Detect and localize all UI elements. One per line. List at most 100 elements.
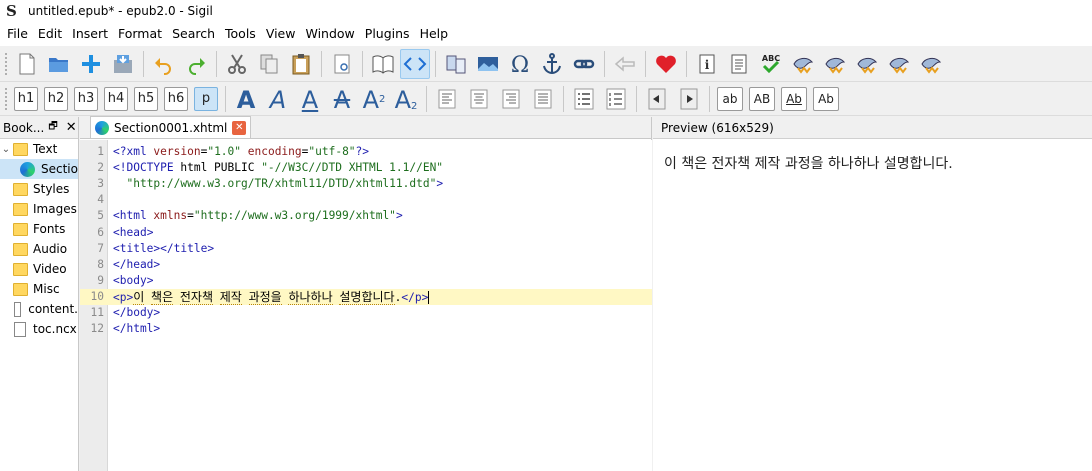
preview-content[interactable]: 이 책은 전자책 제작 과정을 하나하나 설명합니다.: [653, 139, 1092, 187]
tree-item-audio[interactable]: Audio: [0, 239, 78, 259]
code-line[interactable]: 2 <!DOCTYPE html PUBLIC "-//W3C//DTD XHTM…: [80, 160, 652, 176]
insert-image-icon[interactable]: [473, 49, 503, 79]
tree-item-label: Audio: [33, 242, 68, 256]
undo-icon[interactable]: [149, 49, 179, 79]
menu-plugins[interactable]: Plugins: [360, 22, 415, 46]
toolbar-grip[interactable]: [4, 86, 8, 111]
bullet-list-icon[interactable]: [569, 84, 599, 114]
paste-icon[interactable]: [286, 49, 316, 79]
tree-item-toc-ncx[interactable]: toc.ncx: [0, 319, 78, 339]
book-browser-panel: Book... 🗗 ✕ ⌄ Text Sectio Styles Images …: [0, 117, 79, 471]
strikethrough-icon[interactable]: A: [327, 84, 357, 114]
special-character-icon[interactable]: Ω: [505, 49, 535, 79]
metadata-info-icon[interactable]: i: [692, 49, 722, 79]
heading-2-button[interactable]: h2: [44, 86, 68, 111]
titlecase-button[interactable]: Ab: [781, 86, 807, 111]
code-line[interactable]: 12 </html>: [80, 321, 652, 337]
paragraph-button[interactable]: p: [194, 86, 218, 111]
redo-icon[interactable]: [181, 49, 211, 79]
anchor-icon[interactable]: [537, 49, 567, 79]
menu-edit[interactable]: Edit: [33, 22, 67, 46]
numbered-list-icon[interactable]: [601, 84, 631, 114]
code-line[interactable]: 7 <title></title>: [80, 241, 652, 257]
code-line[interactable]: 4: [80, 192, 652, 208]
heading-5-button[interactable]: h5: [134, 86, 158, 111]
align-left-icon[interactable]: [432, 84, 462, 114]
tree-item-text[interactable]: ⌄ Text: [0, 139, 78, 159]
back-arrow-icon[interactable]: [610, 49, 640, 79]
book-view-icon[interactable]: [368, 49, 398, 79]
plugin-2-icon[interactable]: [820, 49, 850, 79]
underline-icon[interactable]: A: [295, 84, 325, 114]
new-file-icon[interactable]: [12, 49, 42, 79]
heading-3-button[interactable]: h3: [74, 86, 98, 111]
menu-format[interactable]: Format: [113, 22, 167, 46]
code-line[interactable]: 10 <p>이 책은 전자책 제작 과정을 하나하나 설명합니다.</p>: [80, 288, 652, 305]
toolbar-grip[interactable]: [4, 51, 8, 76]
code-line[interactable]: 11 </body>: [80, 305, 652, 321]
heading-1-button[interactable]: h1: [14, 86, 38, 111]
code-view-icon[interactable]: [400, 48, 430, 79]
code-view[interactable]: 1 <?xml version="1.0" encoding="utf-8"?> 2…: [80, 140, 652, 471]
code-line[interactable]: 9 <body>: [80, 273, 652, 289]
code-text: "http://www.w3.org/TR/xhtml11/DTD/xhtml1…: [126, 177, 444, 191]
tree-item-styles[interactable]: Styles: [0, 179, 78, 199]
plugin-4-icon[interactable]: [884, 49, 914, 79]
spellcheck-icon[interactable]: ABC: [756, 49, 786, 79]
increase-indent-icon[interactable]: [674, 84, 704, 114]
heading-6-button[interactable]: h6: [164, 86, 188, 111]
tree-item-images[interactable]: Images: [0, 199, 78, 219]
code-line[interactable]: 6 <head>: [80, 225, 652, 241]
plugin-3-icon[interactable]: [852, 49, 882, 79]
close-tab-icon[interactable]: ✕: [232, 120, 247, 135]
tree-item-video[interactable]: Video: [0, 259, 78, 279]
decrease-indent-icon[interactable]: [642, 84, 672, 114]
menu-tools[interactable]: Tools: [220, 22, 261, 46]
expand-arrow-icon[interactable]: ⌄: [0, 144, 12, 155]
capitalize-button[interactable]: Ab: [813, 86, 839, 111]
window-title: untitled.epub* - epub2.0 - Sigil: [28, 4, 213, 18]
tree-item-fonts[interactable]: Fonts: [0, 219, 78, 239]
menu-file[interactable]: File: [2, 22, 33, 46]
find-replace-icon[interactable]: [327, 49, 357, 79]
code-line[interactable]: 5 <html xmlns="http://www.w3.org/1999/xht…: [80, 208, 652, 224]
cut-icon[interactable]: [222, 49, 252, 79]
split-icon[interactable]: [441, 49, 471, 79]
subscript-icon[interactable]: A2: [359, 84, 389, 114]
add-file-icon[interactable]: [76, 49, 106, 79]
superscript-icon[interactable]: A2: [391, 84, 421, 114]
code-line[interactable]: 1 <?xml version="1.0" encoding="utf-8"?>: [80, 144, 652, 160]
code-text: <head>: [113, 225, 154, 239]
link-icon[interactable]: [569, 49, 599, 79]
tree-item-content-opf[interactable]: content.: [0, 299, 78, 319]
menu-view[interactable]: View: [261, 22, 301, 46]
menu-window[interactable]: Window: [300, 22, 359, 46]
plugin-1-icon[interactable]: [788, 49, 818, 79]
tree-item-section0001[interactable]: Sectio: [0, 159, 78, 179]
donate-heart-icon[interactable]: [651, 49, 681, 79]
align-right-icon[interactable]: [496, 84, 526, 114]
italic-icon[interactable]: A: [263, 84, 293, 114]
uppercase-button[interactable]: AB: [749, 86, 775, 111]
tab-section0001[interactable]: Section0001.xhtml ✕: [90, 116, 252, 138]
menu-search[interactable]: Search: [167, 22, 220, 46]
align-justify-icon[interactable]: [528, 84, 558, 114]
code-line[interactable]: 8 </head>: [80, 257, 652, 273]
open-folder-icon[interactable]: [44, 49, 74, 79]
lowercase-button[interactable]: ab: [717, 86, 743, 111]
bold-icon[interactable]: A: [231, 84, 261, 114]
copy-icon[interactable]: [254, 49, 284, 79]
menu-insert[interactable]: Insert: [67, 22, 113, 46]
menu-help[interactable]: Help: [415, 22, 454, 46]
save-icon[interactable]: [108, 49, 138, 79]
code-line[interactable]: 3 "http://www.w3.org/TR/xhtml11/DTD/xhtm…: [80, 176, 652, 192]
toolbar-separator: [563, 85, 564, 112]
plugin-5-icon[interactable]: [916, 49, 946, 79]
toc-icon[interactable]: [724, 49, 754, 79]
heading-4-button[interactable]: h4: [104, 86, 128, 111]
float-panel-icon[interactable]: 🗗: [48, 119, 57, 136]
tree-item-misc[interactable]: Misc: [0, 279, 78, 299]
close-panel-icon[interactable]: ✕: [66, 120, 77, 135]
folder-icon: [13, 282, 28, 296]
align-center-icon[interactable]: [464, 84, 494, 114]
